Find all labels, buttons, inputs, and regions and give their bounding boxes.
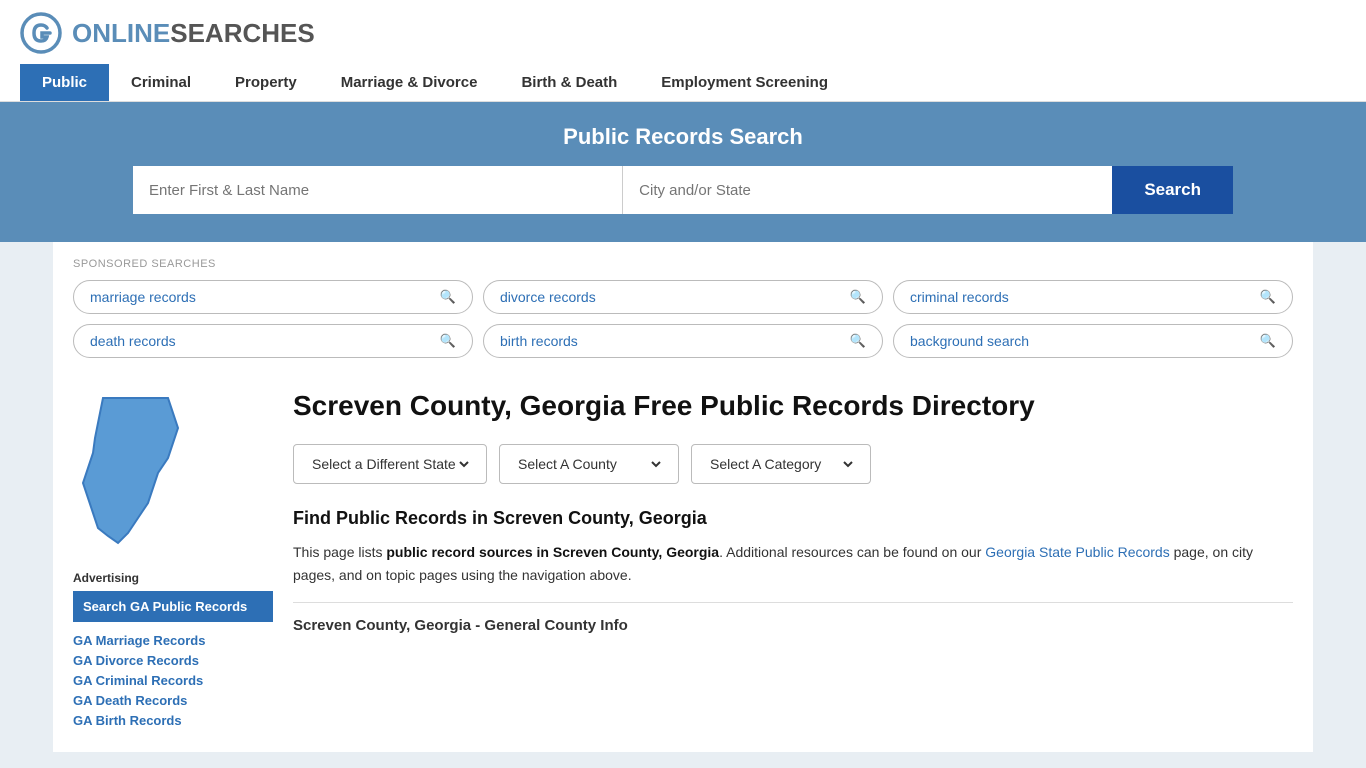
main-nav: Public Criminal Property Marriage & Divo… <box>20 64 1346 101</box>
sponsored-background[interactable]: background search 🔍 <box>893 324 1293 358</box>
logo-area: ONLINE SEARCHES <box>20 12 1346 54</box>
sidebar-link-item: GA Marriage Records <box>73 632 273 648</box>
logo-icon <box>20 12 62 54</box>
county-select[interactable]: Select A County <box>514 455 664 473</box>
state-dropdown[interactable]: Select a Different State <box>293 444 487 484</box>
search-icon-birth: 🔍 <box>850 333 866 349</box>
sponsored-section: SPONSORED SEARCHES marriage records 🔍 di… <box>53 242 1313 368</box>
location-input[interactable] <box>623 166 1112 214</box>
sidebar-link-death[interactable]: GA Death Records <box>73 693 187 708</box>
find-title: Find Public Records in Screven County, G… <box>293 508 1293 529</box>
sidebar-link-item: GA Criminal Records <box>73 672 273 688</box>
sidebar-link-birth[interactable]: GA Birth Records <box>73 713 182 728</box>
county-info-title: Screven County, Georgia - General County… <box>293 613 1293 634</box>
sponsored-background-label: background search <box>910 333 1029 349</box>
find-description: This page lists public record sources in… <box>293 541 1293 586</box>
nav-item-employment[interactable]: Employment Screening <box>639 64 850 101</box>
search-icon-divorce: 🔍 <box>850 289 866 305</box>
section-divider <box>293 602 1293 603</box>
nav-item-criminal[interactable]: Criminal <box>109 64 213 101</box>
find-desc-2: . Additional resources can be found on o… <box>719 544 985 560</box>
sidebar-link-item: GA Birth Records <box>73 712 273 728</box>
state-select[interactable]: Select a Different State <box>308 455 472 473</box>
search-button[interactable]: Search <box>1112 166 1233 214</box>
search-icon-death: 🔍 <box>440 333 456 349</box>
sponsored-marriage[interactable]: marriage records 🔍 <box>73 280 473 314</box>
find-desc-1: This page lists <box>293 544 386 560</box>
nav-item-marriage-divorce[interactable]: Marriage & Divorce <box>319 64 500 101</box>
search-icon-marriage: 🔍 <box>440 289 456 305</box>
name-input[interactable] <box>133 166 623 214</box>
sponsored-divorce[interactable]: divorce records 🔍 <box>483 280 883 314</box>
sidebar-link-item: GA Death Records <box>73 692 273 708</box>
sponsored-grid: marriage records 🔍 divorce records 🔍 cri… <box>73 280 1293 358</box>
sponsored-death-label: death records <box>90 333 176 349</box>
find-link[interactable]: Georgia State Public Records <box>985 544 1169 560</box>
nav-item-public[interactable]: Public <box>20 64 109 101</box>
sidebar-link-divorce[interactable]: GA Divorce Records <box>73 653 199 668</box>
category-select[interactable]: Select A Category <box>706 455 856 473</box>
category-dropdown[interactable]: Select A Category <box>691 444 871 484</box>
sponsored-marriage-label: marriage records <box>90 289 196 305</box>
nav-item-birth-death[interactable]: Birth & Death <box>499 64 639 101</box>
search-banner-title: Public Records Search <box>20 124 1346 150</box>
search-icon-background: 🔍 <box>1260 333 1276 349</box>
sidebar-ad-box[interactable]: Search GA Public Records <box>73 591 273 622</box>
sidebar: Advertising Search GA Public Records GA … <box>73 388 273 732</box>
sponsored-criminal[interactable]: criminal records 🔍 <box>893 280 1293 314</box>
dropdowns-row: Select a Different State Select A County… <box>293 444 1293 484</box>
sponsored-birth-label: birth records <box>500 333 578 349</box>
find-desc-bold: public record sources in Screven County,… <box>386 544 719 560</box>
county-dropdown[interactable]: Select A County <box>499 444 679 484</box>
sidebar-links: GA Marriage Records GA Divorce Records G… <box>73 632 273 728</box>
main-content: Screven County, Georgia Free Public Reco… <box>293 388 1293 732</box>
content-area: Advertising Search GA Public Records GA … <box>53 368 1313 752</box>
sidebar-link-criminal[interactable]: GA Criminal Records <box>73 673 203 688</box>
sponsored-death[interactable]: death records 🔍 <box>73 324 473 358</box>
search-form: Search <box>133 166 1233 214</box>
nav-item-property[interactable]: Property <box>213 64 319 101</box>
sponsored-label: SPONSORED SEARCHES <box>73 258 1293 270</box>
sidebar-link-item: GA Divorce Records <box>73 652 273 668</box>
page-title: Screven County, Georgia Free Public Reco… <box>293 388 1293 424</box>
header: ONLINE SEARCHES Public Criminal Property… <box>0 0 1366 102</box>
sidebar-link-marriage[interactable]: GA Marriage Records <box>73 633 205 648</box>
search-banner: Public Records Search Search <box>0 102 1366 242</box>
logo-text-online: ONLINE <box>72 18 170 49</box>
georgia-state-map <box>73 388 193 548</box>
sponsored-criminal-label: criminal records <box>910 289 1009 305</box>
sponsored-birth[interactable]: birth records 🔍 <box>483 324 883 358</box>
logo-text-searches: SEARCHES <box>170 18 314 49</box>
search-icon-criminal: 🔍 <box>1260 289 1276 305</box>
main-wrapper: SPONSORED SEARCHES marriage records 🔍 di… <box>53 242 1313 752</box>
sponsored-divorce-label: divorce records <box>500 289 596 305</box>
sidebar-ad-label: Advertising <box>73 571 273 585</box>
